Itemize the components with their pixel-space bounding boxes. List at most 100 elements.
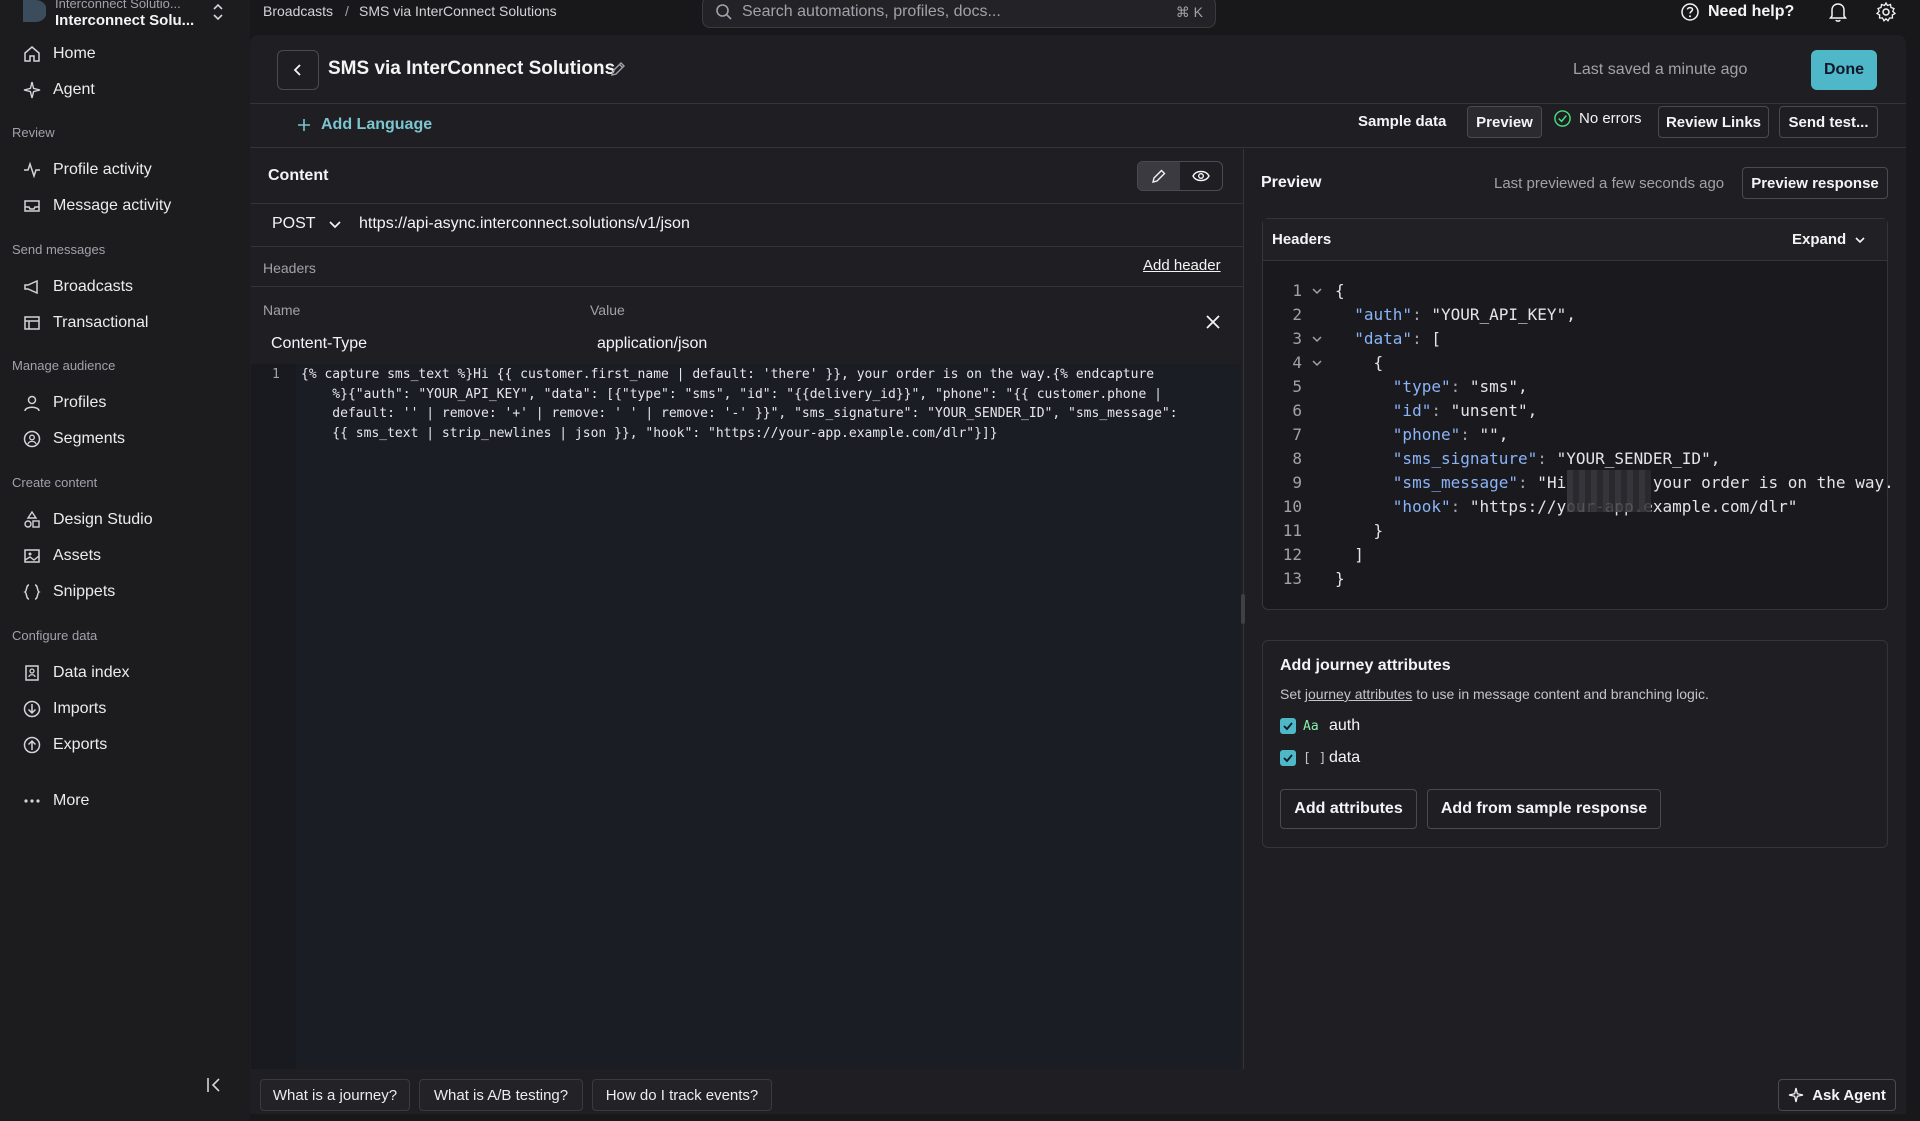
sidebar-item-profiles[interactable]: Profiles	[12, 386, 238, 420]
sidebar-item-imports[interactable]: Imports	[12, 692, 238, 726]
sidebar-item-home[interactable]: Home	[12, 37, 238, 71]
column-value-header: Value	[590, 302, 625, 318]
suggestion-chip[interactable]: What is A/B testing?	[419, 1079, 583, 1111]
search-input[interactable]: Search automations, profiles, docs... ⌘ …	[702, 0, 1216, 28]
header-value-field[interactable]: application/json	[597, 335, 707, 353]
code-gutter	[251, 364, 296, 1069]
json-line-number: 3	[1292, 329, 1302, 348]
pencil-icon	[1152, 169, 1166, 183]
json-line: }	[1335, 521, 1384, 540]
array-type-icon: [ ]	[1303, 751, 1327, 766]
url-field[interactable]: https://api-async.interconnect.solutions…	[359, 215, 690, 233]
back-button[interactable]	[277, 50, 319, 90]
data-checkbox[interactable]	[1280, 750, 1296, 766]
preview-response-button[interactable]: Preview response	[1742, 167, 1888, 199]
home-icon	[24, 46, 40, 62]
preview-toggle-button[interactable]: Preview	[1467, 106, 1542, 138]
sidebar-item-exports[interactable]: Exports	[12, 728, 238, 762]
attribute-name: auth	[1329, 717, 1361, 734]
done-button[interactable]: Done	[1811, 50, 1877, 90]
divider	[251, 246, 1243, 247]
fold-chevron-icon[interactable]	[1310, 356, 1324, 370]
divider	[251, 286, 1243, 287]
section-review: Review	[12, 125, 55, 140]
header-name-field[interactable]: Content-Type	[271, 335, 367, 353]
json-line: ]	[1335, 545, 1364, 564]
attribute-name: data	[1329, 749, 1361, 766]
breadcrumb-broadcasts[interactable]: Broadcasts	[263, 3, 333, 19]
more-dots-icon	[24, 799, 40, 803]
journey-attributes-link[interactable]: journey attributes	[1305, 686, 1412, 702]
send-test-button[interactable]: Send test...	[1779, 106, 1878, 138]
chevron-left-icon	[293, 64, 301, 76]
code-editor[interactable]	[251, 364, 1241, 1069]
expand-label: Expand	[1792, 231, 1847, 248]
sidebar-item-agent[interactable]: Agent	[12, 73, 238, 107]
sidebar-item-assets[interactable]: Assets	[12, 539, 238, 573]
headers-label: Headers	[263, 260, 316, 276]
sidebar-item-label: Snippets	[53, 583, 116, 600]
sidebar-item-label: Profiles	[53, 394, 107, 411]
no-errors-label: No errors	[1579, 110, 1642, 127]
export-icon	[23, 736, 41, 754]
sidebar-item-broadcasts[interactable]: Broadcasts	[12, 270, 238, 304]
view-mode-toggle[interactable]	[1137, 161, 1223, 191]
sidebar-item-label: Message activity	[53, 197, 172, 214]
workspace-name[interactable]: Interconnect Solu...	[55, 12, 194, 29]
sidebar-item-transactional[interactable]: Transactional	[12, 306, 238, 340]
suggestion-chip[interactable]: How do I track events?	[592, 1079, 772, 1111]
json-line: {	[1335, 353, 1384, 372]
sidebar-item-design-studio[interactable]: Design Studio	[12, 503, 238, 537]
sidebar-item-profile-activity[interactable]: Profile activity	[12, 153, 238, 187]
window-icon	[24, 316, 40, 330]
pencil-icon[interactable]	[609, 60, 627, 78]
journey-attributes-title: Add journey attributes	[1280, 657, 1451, 674]
sidebar-item-snippets[interactable]: Snippets	[12, 575, 238, 609]
fold-chevron-icon[interactable]	[1310, 332, 1324, 346]
sample-data-button[interactable]: Sample data	[1358, 113, 1446, 130]
chevron-down-icon	[1855, 236, 1865, 243]
auth-checkbox[interactable]	[1280, 718, 1296, 734]
add-from-sample-button[interactable]: Add from sample response	[1427, 789, 1661, 829]
json-line-number: 8	[1292, 449, 1302, 468]
bell-icon[interactable]	[1828, 1, 1848, 23]
workspace-logo-icon	[23, 0, 46, 22]
http-method-select[interactable]: POST	[272, 215, 316, 233]
close-icon[interactable]	[1204, 313, 1222, 331]
json-line: }	[1335, 569, 1345, 588]
review-links-button[interactable]: Review Links	[1658, 106, 1769, 138]
edit-mode-button[interactable]	[1138, 162, 1180, 190]
sidebar-item-segments[interactable]: Segments	[12, 422, 238, 456]
json-line: "auth": "YOUR_API_KEY",	[1354, 305, 1576, 324]
add-language-button[interactable]: Add Language	[297, 116, 432, 134]
json-line: {	[1335, 281, 1345, 300]
json-line-number: 1	[1292, 281, 1302, 300]
sidebar-item-more[interactable]: More	[12, 784, 238, 818]
json-line-number: 2	[1292, 305, 1302, 324]
user-icon	[24, 395, 40, 412]
sidebar-item-data-index[interactable]: Data index	[12, 656, 238, 690]
sidebar-item-message-activity[interactable]: Message activity	[12, 189, 238, 223]
chevron-down-icon[interactable]	[326, 216, 344, 234]
preview-mode-button[interactable]	[1180, 162, 1222, 190]
code-line: %}{"auth": "YOUR_API_KEY", "data": [{"ty…	[301, 387, 1162, 402]
desc-prefix: Set	[1280, 686, 1302, 702]
expand-dropdown[interactable]: Expand	[1792, 231, 1866, 248]
sidebar: Interconnect Solutio... Interconnect Sol…	[0, 0, 250, 1121]
json-line-number: 13	[1282, 569, 1302, 588]
search-placeholder: Search automations, profiles, docs...	[742, 3, 1001, 20]
chevron-up-down-icon[interactable]	[210, 2, 226, 22]
ask-agent-button[interactable]: Ask Agent	[1778, 1079, 1896, 1111]
sidebar-item-label: Data index	[53, 664, 130, 681]
collapse-sidebar-icon[interactable]	[203, 1074, 225, 1096]
resize-handle[interactable]	[1241, 594, 1245, 624]
add-header-link[interactable]: Add header	[1143, 257, 1221, 274]
suggestion-chip[interactable]: What is a journey?	[260, 1079, 410, 1111]
help-button[interactable]: Need help?	[1680, 2, 1794, 22]
redacted-region	[1567, 470, 1651, 512]
add-attributes-button[interactable]: Add attributes	[1280, 789, 1417, 829]
gear-icon[interactable]	[1875, 1, 1897, 23]
image-icon	[24, 549, 40, 563]
fold-chevron-icon[interactable]	[1310, 284, 1324, 298]
check-icon	[1283, 722, 1293, 731]
